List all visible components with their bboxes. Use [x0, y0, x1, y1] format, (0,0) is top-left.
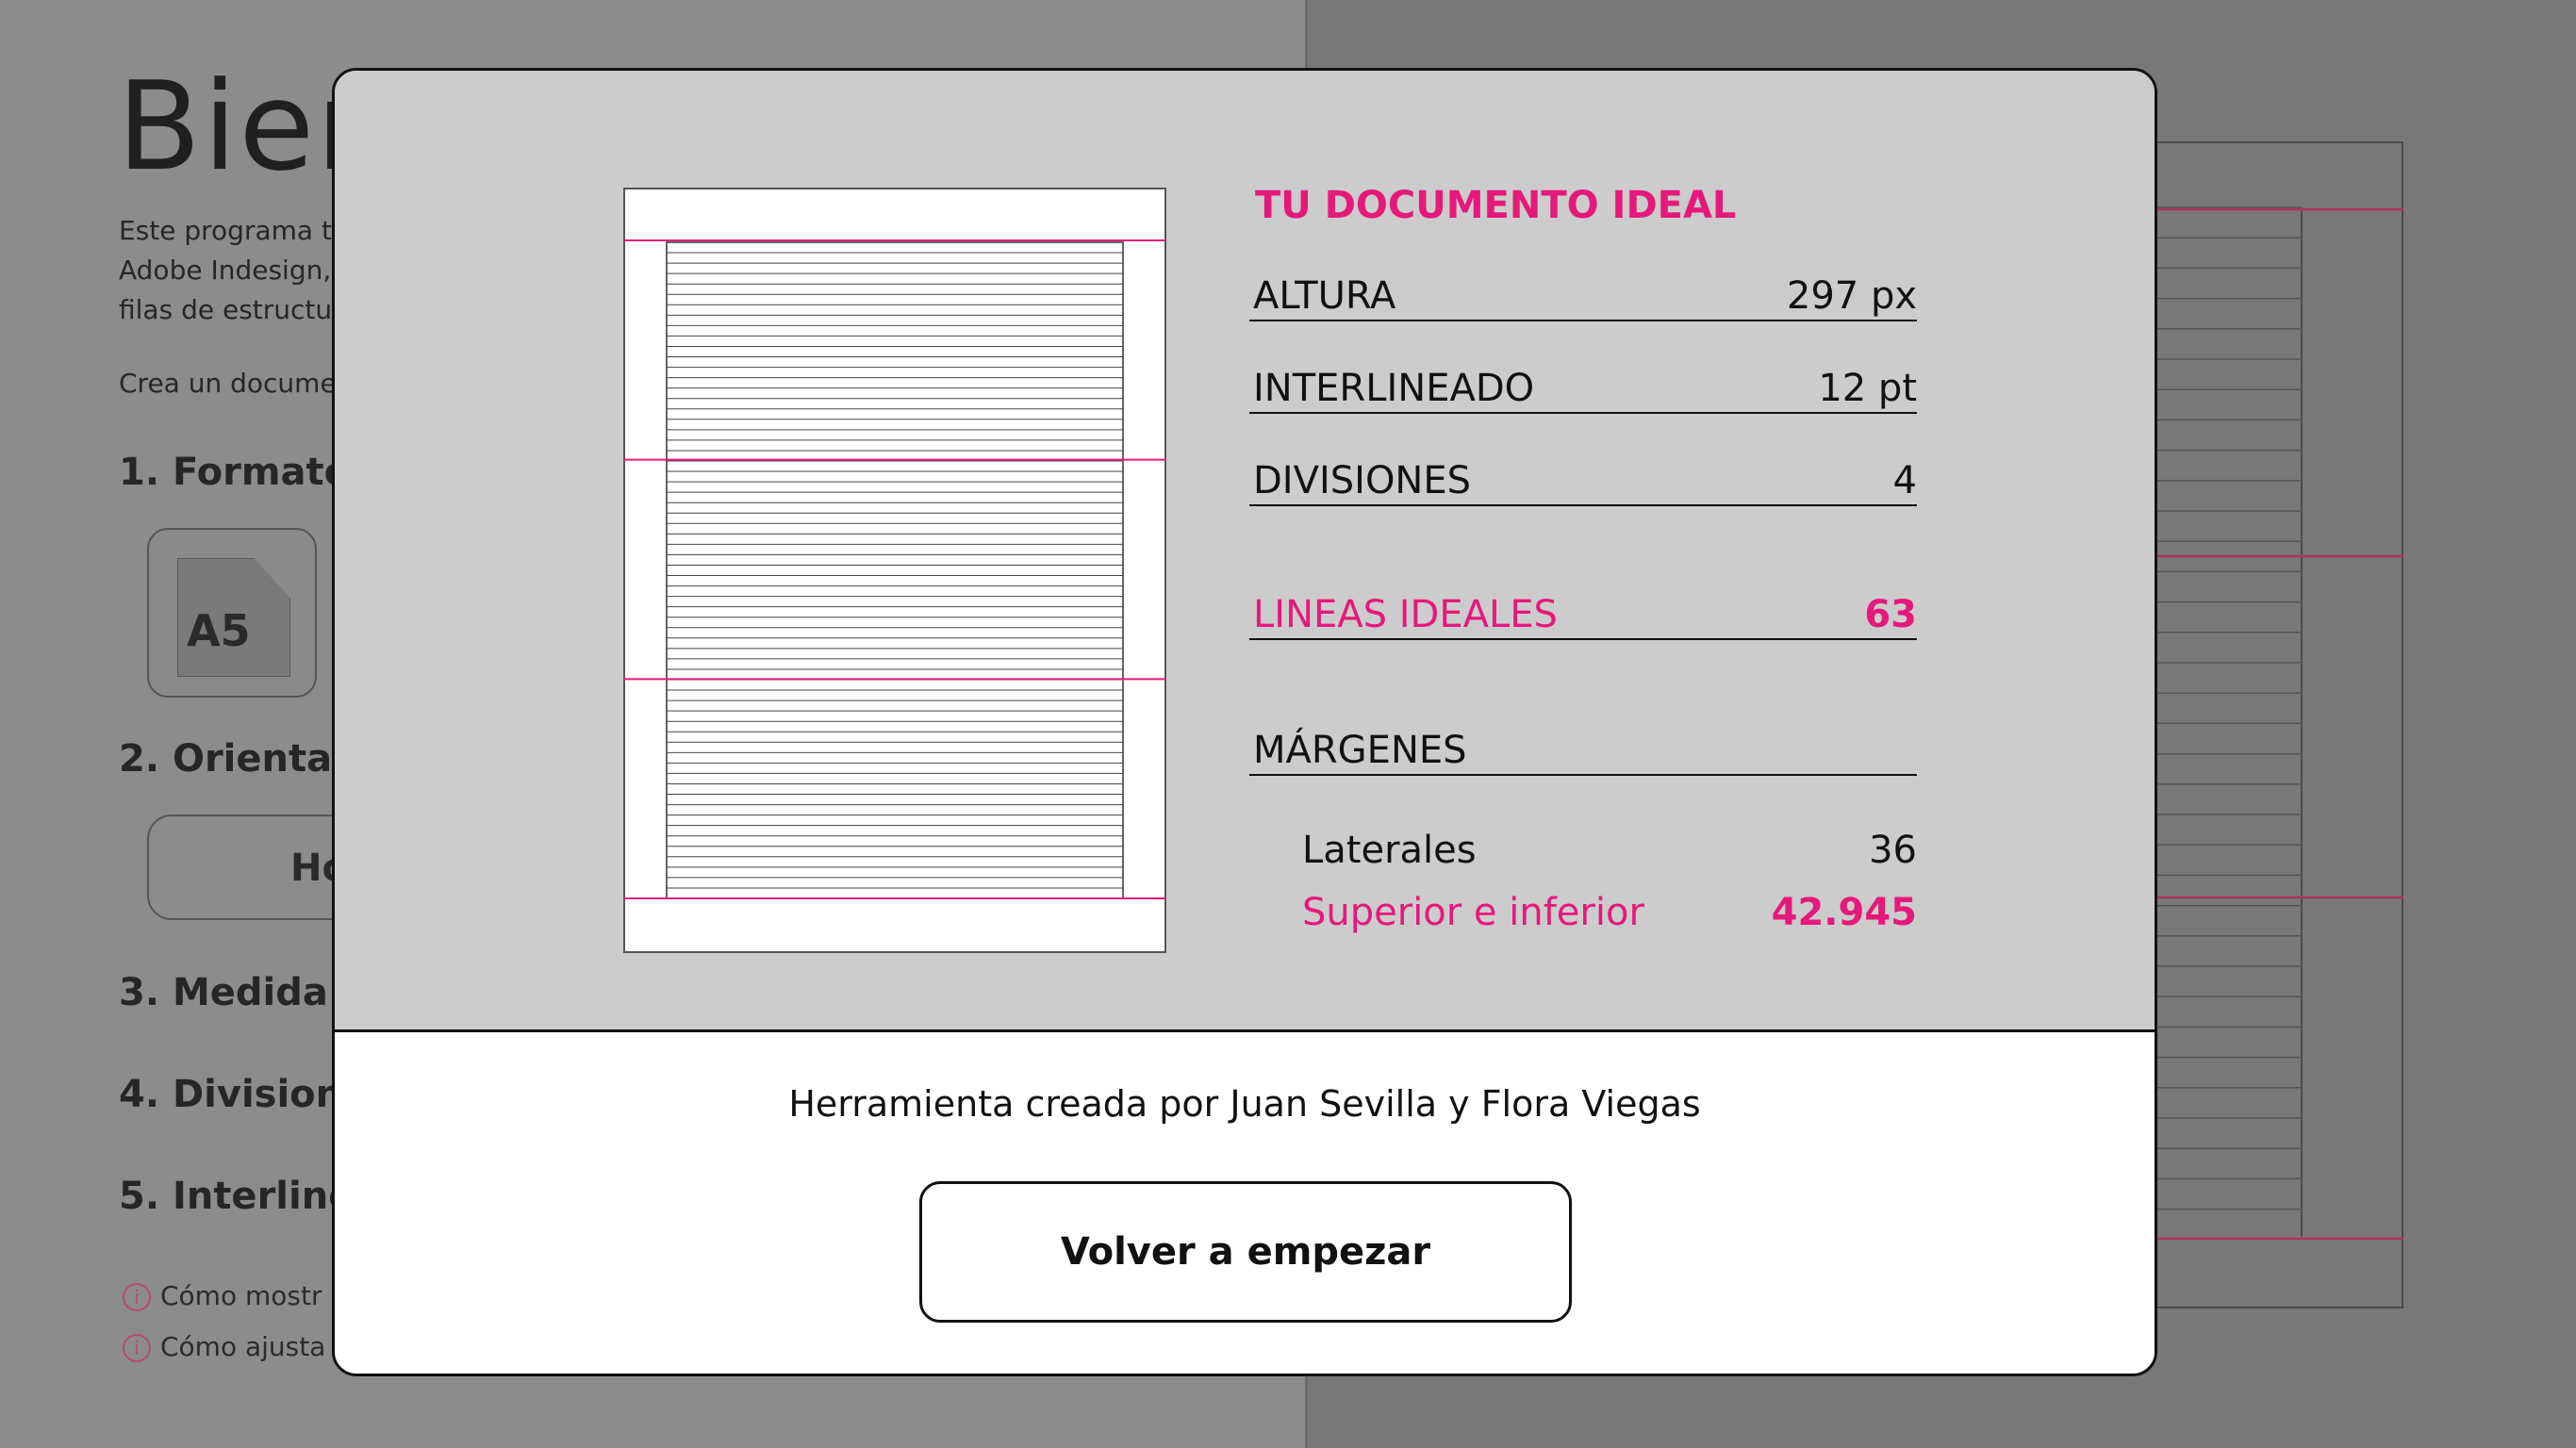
result-modal: TU DOCUMENTO IDEAL ALTURA 297 px INTERLI…: [332, 68, 2157, 1376]
superior-value: 42.945: [1771, 891, 1917, 934]
credits-text: Herramienta creada por Juan Sevilla y Fl…: [788, 1083, 1701, 1125]
step-size-heading: 3. Medida d: [119, 971, 369, 1014]
superior-label: Superior e inferior: [1302, 891, 1644, 934]
info-icon: i: [123, 1334, 151, 1362]
background-document-grid: [2143, 141, 2403, 1308]
info-link[interactable]: i Cómo ajusta: [123, 1331, 325, 1362]
format-a5-button[interactable]: A5: [147, 528, 317, 698]
background-page: [2143, 141, 2403, 1308]
margenes-label: MÁRGENES: [1253, 729, 1467, 772]
info-icon: i: [123, 1283, 151, 1311]
row-lineas-ideales: LINEAS IDEALES 63: [1249, 589, 1917, 640]
row-margenes: MÁRGENES: [1249, 725, 1917, 776]
create-text: Crea un docume: [119, 368, 337, 399]
divisiones-label: DIVISIONES: [1253, 459, 1472, 502]
step-divisions-heading: 4. Divisione: [119, 1073, 369, 1116]
lineas-ideales-label: LINEAS IDEALES: [1253, 593, 1558, 636]
laterales-value: 36: [1869, 829, 1917, 872]
row-margen-superior: Superior e inferior 42.945: [1249, 887, 1917, 934]
row-altura: ALTURA 297 px: [1249, 271, 1917, 321]
info-link-label: Cómo mostr: [160, 1280, 322, 1311]
step-orientation-heading: 2. Orientac: [119, 737, 355, 781]
divisiones-value: 4: [1892, 459, 1917, 502]
row-interlineado: INTERLINEADO 12 pt: [1249, 363, 1917, 414]
info-link[interactable]: i Cómo mostr: [123, 1280, 322, 1311]
interlineado-value: 12 pt: [1818, 367, 1917, 410]
intro-text-line: Adobe Indesign,: [119, 255, 332, 286]
altura-value: 297 px: [1786, 274, 1917, 318]
row-divisiones: DIVISIONES 4: [1249, 455, 1917, 506]
laterales-label: Laterales: [1302, 829, 1477, 872]
result-heading: TU DOCUMENTO IDEAL: [1255, 184, 1737, 227]
lineas-ideales-value: 63: [1864, 593, 1917, 636]
document-preview: [623, 188, 1166, 953]
interlineado-label: INTERLINEADO: [1253, 367, 1535, 410]
preview-text-area: [666, 241, 1124, 899]
result-summary-panel: TU DOCUMENTO IDEAL ALTURA 297 px INTERLI…: [335, 71, 2155, 1032]
row-margen-laterales: Laterales 36: [1249, 825, 1917, 872]
altura-label: ALTURA: [1253, 274, 1396, 318]
info-link-label: Cómo ajusta: [160, 1331, 326, 1362]
intro-text-line: filas de estructu: [119, 294, 333, 325]
restart-button[interactable]: Volver a empezar: [919, 1181, 1572, 1323]
step-format-heading: 1. Formato: [119, 451, 351, 494]
intro-text-line: Este programa t: [119, 215, 332, 246]
format-a5-label: A5: [187, 605, 251, 656]
